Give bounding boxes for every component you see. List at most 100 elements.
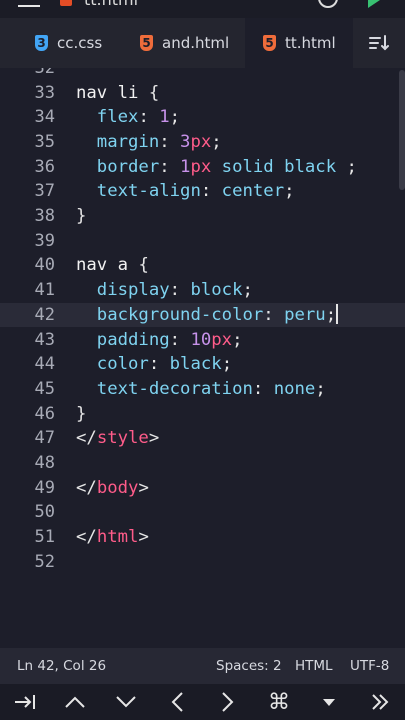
code-line[interactable]: 44 color: black; [0, 352, 405, 377]
line-number: 47 [34, 428, 55, 449]
code-token: 1 [180, 156, 191, 177]
tab-key-icon [15, 695, 35, 709]
code-editor[interactable]: 32 33 nav li {34 flex: 1; 35 margin: 3px; 3… [0, 68, 405, 648]
top-app-bar: tt.html [0, 0, 405, 18]
search-icon[interactable] [318, 0, 338, 8]
code-token: none [273, 378, 316, 399]
code-line[interactable]: 40 nav a { [0, 253, 405, 278]
line-number: 37 [34, 181, 55, 202]
code-text: color: black; [76, 352, 232, 377]
code-line[interactable]: 34 flex: 1; [0, 105, 405, 130]
code-token: display [76, 280, 170, 301]
code-token: > [148, 428, 160, 449]
code-token: ; [242, 280, 253, 301]
code-line[interactable]: 39 [0, 229, 405, 254]
line-number: 48 [34, 453, 55, 473]
editor-scrollbar[interactable] [399, 70, 405, 190]
code-line[interactable]: 36 border: 1px solid black ; [0, 155, 405, 180]
code-token: text-decoration [76, 378, 253, 399]
code-text: text-align: center; [76, 179, 295, 204]
code-line[interactable]: 46} [0, 402, 405, 427]
code-line[interactable]: 41 display: block; [0, 278, 405, 303]
code-line[interactable]: 38} [0, 204, 405, 229]
line-number: 39 [34, 230, 55, 251]
tab-key-button[interactable] [0, 684, 50, 720]
code-line[interactable]: 47 </style> [0, 426, 405, 451]
code-text: display: block; [76, 278, 253, 303]
code-text: </body> [76, 476, 149, 501]
line-number: 52 [34, 551, 55, 572]
code-token: body [96, 477, 139, 498]
code-text: nav a { [76, 253, 149, 278]
line-number: 50 [34, 502, 55, 523]
code-text: background-color: peru; [76, 303, 339, 328]
line-number: 41 [34, 280, 55, 301]
line-number: 35 [34, 131, 55, 152]
arrow-down-icon [116, 696, 136, 708]
code-line[interactable]: 52 [0, 550, 405, 575]
run-icon[interactable] [368, 0, 380, 8]
code-line[interactable]: 51 </html> [0, 525, 405, 550]
code-line[interactable]: 42 background-color: peru; [0, 302, 405, 328]
code-line[interactable]: 35 margin: 3px; [0, 130, 405, 155]
cursor-position[interactable]: Ln 42, Col 26 [17, 658, 106, 674]
line-number: 49 [34, 477, 55, 498]
code-line[interactable]: 33 nav li { [0, 81, 405, 106]
code-token: 3 [180, 131, 191, 152]
dropdown-button[interactable] [304, 684, 354, 720]
code-token: ; [284, 181, 295, 202]
tab-tt-html[interactable]: 5 tt.html [245, 18, 353, 68]
code-line[interactable]: 37 text-align: center; [0, 179, 405, 204]
command-button[interactable]: ⌘ [254, 684, 304, 720]
tab-label: and.html [162, 34, 230, 52]
code-line[interactable]: 45 text-decoration: none; [0, 377, 405, 402]
arrow-up-icon [65, 696, 85, 708]
dropdown-icon [323, 699, 335, 706]
line-number: 32 [34, 68, 55, 78]
code-line[interactable]: 43 padding: 10px; [0, 328, 405, 353]
code-token: margin [76, 131, 160, 152]
line-number: 46 [34, 403, 55, 424]
code-text: nav li { [76, 81, 159, 106]
code-token: : [159, 156, 181, 177]
code-token: 10 [190, 329, 212, 350]
arrow-left-button[interactable] [152, 684, 202, 720]
code-token: : [169, 329, 191, 350]
arrow-down-button[interactable] [101, 684, 151, 720]
code-line[interactable]: 48 [0, 451, 405, 476]
language-mode[interactable]: HTML [295, 658, 333, 674]
code-token: </ [76, 527, 97, 548]
code-token: black [169, 354, 222, 375]
code-token: { [148, 82, 160, 103]
code-token: ; [325, 304, 337, 325]
code-text: flex: 1; [76, 105, 180, 130]
tab-cc-css[interactable]: 3 cc.css [18, 18, 123, 68]
arrow-up-button[interactable] [50, 684, 100, 720]
code-line[interactable]: 49 </body> [0, 476, 405, 501]
more-keys-button[interactable] [355, 684, 405, 720]
code-token: padding [76, 329, 170, 350]
sort-tabs-button[interactable] [353, 18, 405, 68]
code-token: : [159, 131, 181, 152]
code-text: </html> [76, 525, 149, 550]
code-token: ; [232, 329, 243, 350]
code-token: </ [76, 428, 97, 449]
code-token: px [211, 329, 233, 350]
tab-and-html[interactable]: 5 and.html [123, 18, 245, 68]
code-token: block [190, 280, 243, 301]
html5-icon [60, 0, 72, 6]
indentation-setting[interactable]: Spaces: 2 [216, 658, 282, 674]
code-token: nav li [76, 82, 149, 103]
file-encoding[interactable]: UTF-8 [350, 658, 389, 674]
code-line[interactable]: 50 [0, 500, 405, 525]
hamburger-menu-icon[interactable] [18, 0, 40, 12]
code-token: background-color [76, 304, 264, 325]
code-text: border: 1px solid black ; [76, 155, 357, 180]
line-number: 44 [34, 354, 55, 375]
arrow-right-button[interactable] [203, 684, 253, 720]
text-cursor [336, 303, 339, 324]
extra-keys-bar: ⌘ [0, 684, 405, 720]
code-token: color [76, 354, 149, 375]
line-number: 45 [34, 378, 55, 399]
status-bar: Ln 42, Col 26 Spaces: 2 HTML UTF-8 [0, 648, 405, 684]
